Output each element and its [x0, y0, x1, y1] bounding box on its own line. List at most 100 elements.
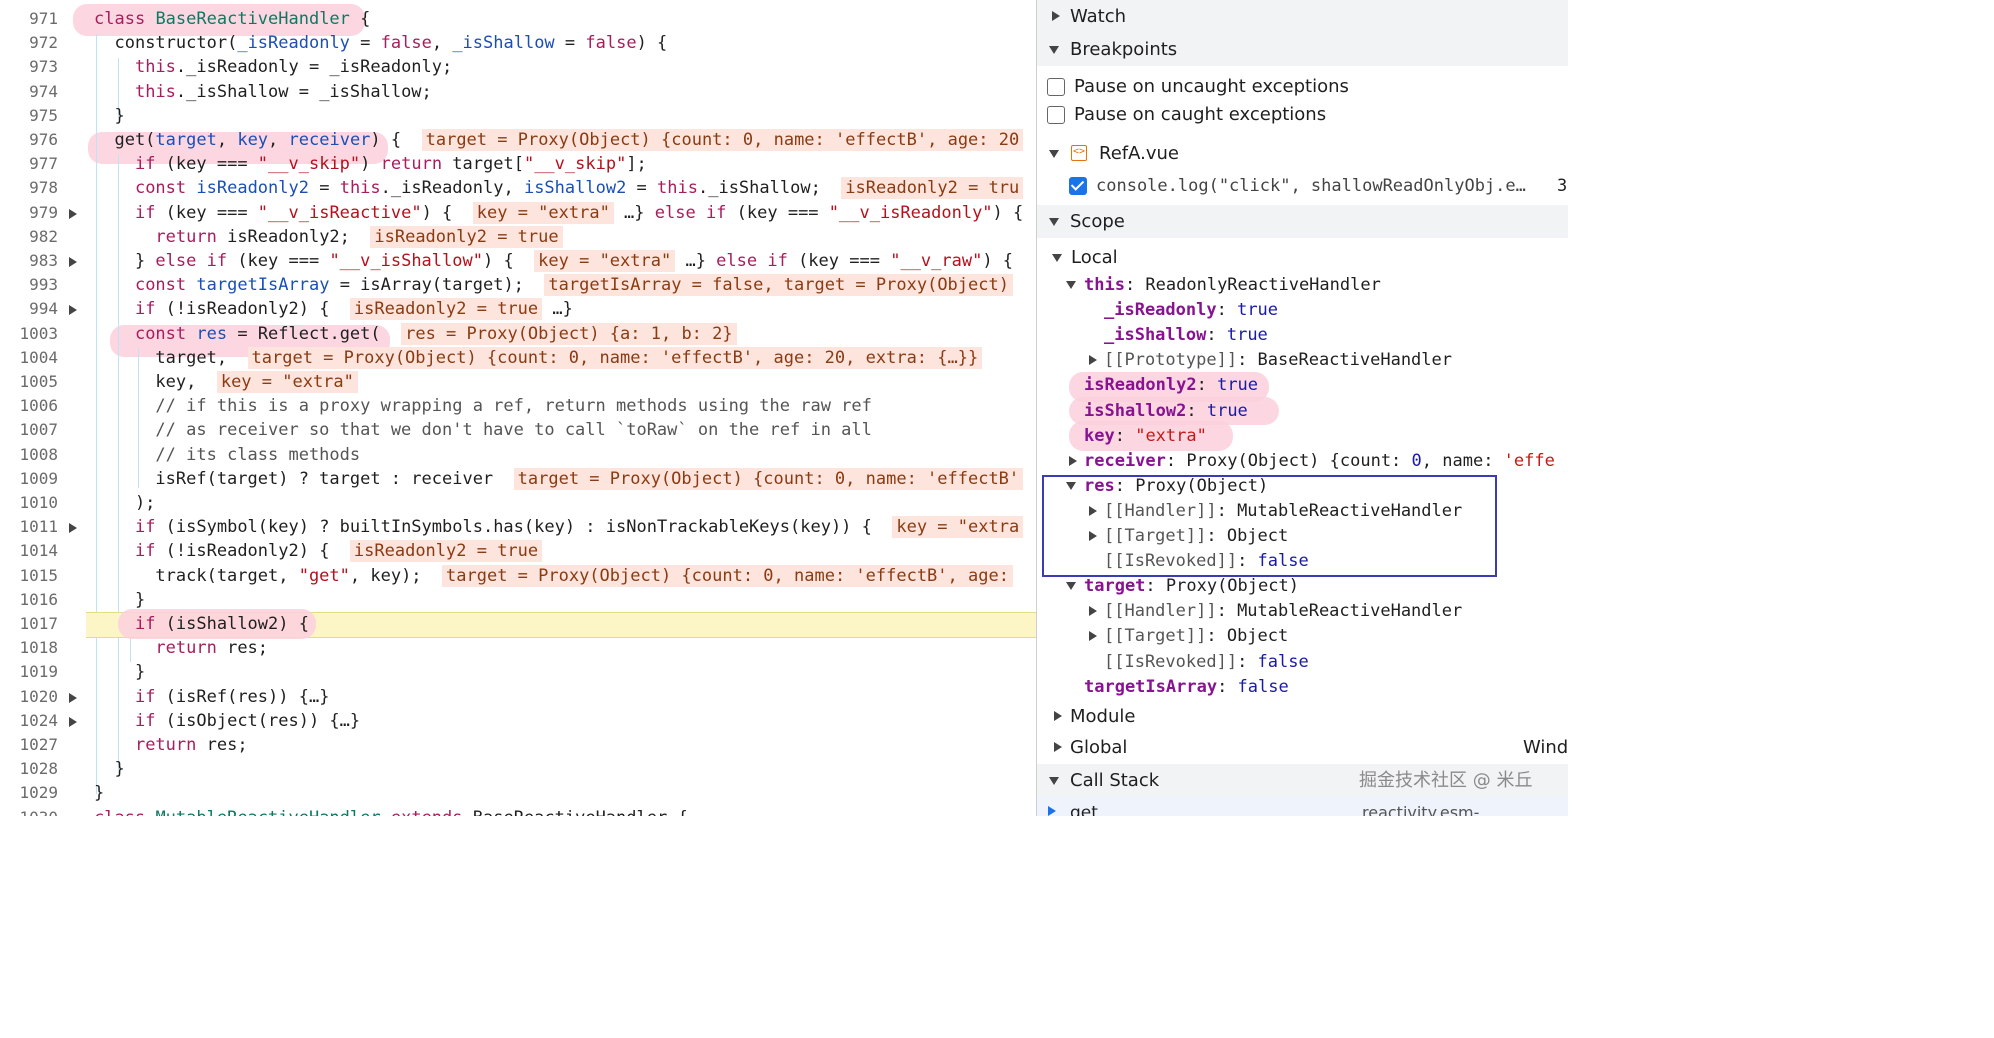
fold-arrow-icon[interactable]: [69, 716, 77, 727]
line-number[interactable]: 1029: [0, 781, 58, 805]
line-number[interactable]: 1028: [0, 757, 58, 781]
scope-variable[interactable]: _isShallow: true: [1104, 323, 1268, 347]
scope-module[interactable]: Module: [1037, 700, 1568, 733]
code-line[interactable]: 977 if (key === "__v_skip") return targe…: [0, 152, 1036, 176]
scope-variable[interactable]: this: ReadonlyReactiveHandler: [1084, 273, 1381, 297]
line-number[interactable]: 974: [0, 80, 58, 104]
scope-variable[interactable]: key: "extra": [1084, 424, 1207, 448]
scope-variable[interactable]: [[Target]]: Object: [1104, 624, 1288, 648]
line-number[interactable]: 983: [0, 249, 58, 273]
code-line[interactable]: 973 this._isReadonly = _isReadonly;: [0, 55, 1036, 79]
code-line[interactable]: 1009 isRef(target) ? target : receiver t…: [0, 467, 1036, 491]
scope-variable[interactable]: target: Proxy(Object): [1084, 574, 1299, 598]
line-number[interactable]: 975: [0, 104, 58, 128]
line-number[interactable]: 1006: [0, 394, 58, 418]
code-line[interactable]: 976 get(target, key, receiver) { target …: [0, 128, 1036, 152]
code-line[interactable]: 983 } else if (key === "__v_isShallow") …: [0, 249, 1036, 273]
scope-global[interactable]: Global Wind: [1037, 731, 1568, 764]
code-line[interactable]: 1011 if (isSymbol(key) ? builtInSymbols.…: [0, 515, 1036, 539]
section-breakpoints[interactable]: Breakpoints: [1037, 33, 1568, 66]
line-number[interactable]: 1010: [0, 491, 58, 515]
pause-uncaught-checkbox[interactable]: [1047, 78, 1065, 96]
line-number[interactable]: 1014: [0, 539, 58, 563]
code-line[interactable]: 1028 }: [0, 757, 1036, 781]
code-line[interactable]: 994 if (!isReadonly2) { isReadonly2 = tr…: [0, 297, 1036, 321]
expand-arrow-icon[interactable]: [1089, 631, 1097, 642]
breakpoint-file-row[interactable]: <> RefA.vue: [1037, 137, 1568, 170]
line-number[interactable]: 1011: [0, 515, 58, 539]
line-number[interactable]: 982: [0, 225, 58, 249]
code-line[interactable]: 982 return isReadonly2; isReadonly2 = tr…: [0, 225, 1036, 249]
line-number[interactable]: 1004: [0, 346, 58, 370]
section-call-stack[interactable]: Call Stack 掘金技术社区 @ 米丘: [1037, 764, 1568, 797]
call-stack-frame[interactable]: get reactivity.esm-bundler.js:1017: [1037, 797, 1568, 816]
line-number[interactable]: 1009: [0, 467, 58, 491]
line-number[interactable]: 1007: [0, 418, 58, 442]
fold-arrow-icon[interactable]: [69, 305, 77, 316]
code-line[interactable]: 1004 target, target = Proxy(Object) {cou…: [0, 346, 1036, 370]
code-line[interactable]: 1024 if (isObject(res)) {…}: [0, 709, 1036, 733]
line-number[interactable]: 1017: [0, 612, 58, 636]
scope-variable[interactable]: targetIsArray: false: [1084, 675, 1289, 699]
line-number[interactable]: 1019: [0, 660, 58, 684]
code-line[interactable]: 1008 // its class methods: [0, 443, 1036, 467]
line-number[interactable]: 993: [0, 273, 58, 297]
code-line[interactable]: 1006 // if this is a proxy wrapping a re…: [0, 394, 1036, 418]
scope-variable[interactable]: _isReadonly: true: [1104, 298, 1278, 322]
fold-arrow-icon[interactable]: [69, 692, 77, 703]
line-number[interactable]: 978: [0, 176, 58, 200]
scope-variable[interactable]: [[IsRevoked]]: false: [1104, 650, 1309, 674]
fold-arrow-icon[interactable]: [69, 257, 77, 267]
scope-local[interactable]: Local: [1037, 241, 1568, 274]
code-line[interactable]: 979 if (key === "__v_isReactive") { key …: [0, 201, 1036, 225]
line-number[interactable]: 994: [0, 297, 58, 321]
code-line[interactable]: 978 const isReadonly2 = this._isReadonly…: [0, 176, 1036, 200]
line-number[interactable]: 1030: [0, 806, 58, 816]
expand-arrow-icon[interactable]: [1089, 355, 1097, 366]
section-watch[interactable]: Watch: [1037, 0, 1568, 33]
line-number[interactable]: 1008: [0, 443, 58, 467]
line-number[interactable]: 973: [0, 55, 58, 79]
collapse-arrow-icon[interactable]: [1066, 281, 1076, 289]
code-line[interactable]: 993 const targetIsArray = isArray(target…: [0, 273, 1036, 297]
breakpoint-checkbox[interactable]: [1069, 177, 1087, 195]
line-number[interactable]: 1016: [0, 588, 58, 612]
pause-caught-checkbox[interactable]: [1047, 106, 1065, 124]
code-line[interactable]: 971 class BaseReactiveHandler {: [0, 7, 1036, 31]
breakpoint-entry[interactable]: console.log("click", shallowReadOnlyObj.…: [1037, 172, 1568, 200]
code-line[interactable]: 1030 class MutableReactiveHandler extends…: [0, 806, 1036, 816]
code-line[interactable]: 1003 const res = Reflect.get( res = Prox…: [0, 322, 1036, 346]
pause-uncaught-row[interactable]: Pause on uncaught exceptions: [1037, 73, 1568, 101]
code-line[interactable]: 1014 if (!isReadonly2) { isReadonly2 = t…: [0, 539, 1036, 563]
code-line[interactable]: 1029}: [0, 781, 1036, 805]
code-line[interactable]: 1007 // as receiver so that we don't hav…: [0, 418, 1036, 442]
fold-arrow-icon[interactable]: [69, 208, 77, 219]
expand-arrow-icon[interactable]: [1089, 606, 1097, 617]
line-number[interactable]: 977: [0, 152, 58, 176]
code-line[interactable]: 1005 key, key = "extra": [0, 370, 1036, 394]
code-editor[interactable]: 971 class BaseReactiveHandler {972 constr…: [0, 0, 1036, 816]
code-line[interactable]: 1015 track(target, "get", key); target =…: [0, 564, 1036, 588]
code-line[interactable]: 1017 if (isShallow2) {: [0, 609, 1036, 639]
scope-variable[interactable]: [[Prototype]]: BaseReactiveHandler: [1104, 348, 1452, 372]
code-line[interactable]: 1018 return res;: [0, 636, 1036, 660]
line-number[interactable]: 1018: [0, 636, 58, 660]
code-line[interactable]: 1020 if (isRef(res)) {…}: [0, 685, 1036, 709]
line-number[interactable]: 1027: [0, 733, 58, 757]
scope-variable[interactable]: isReadonly2: true: [1084, 373, 1258, 397]
section-scope[interactable]: Scope: [1037, 205, 1568, 238]
code-line[interactable]: 1027 return res;: [0, 733, 1036, 757]
line-number[interactable]: 1003: [0, 322, 58, 346]
scope-variable[interactable]: [[Handler]]: MutableReactiveHandler: [1104, 599, 1462, 623]
line-number[interactable]: 979: [0, 201, 58, 225]
pause-caught-row[interactable]: Pause on caught exceptions: [1037, 101, 1568, 129]
fold-arrow-icon[interactable]: [69, 523, 77, 534]
line-number[interactable]: 971: [0, 7, 58, 31]
line-number[interactable]: 972: [0, 31, 58, 55]
scope-variable[interactable]: isShallow2: true: [1084, 399, 1248, 423]
collapse-arrow-icon[interactable]: [1066, 582, 1076, 591]
line-number[interactable]: 1015: [0, 564, 58, 588]
line-number[interactable]: 1024: [0, 709, 58, 733]
expand-arrow-icon[interactable]: [1069, 455, 1077, 466]
scope-variable[interactable]: receiver: Proxy(Object) {count: 0, name:…: [1084, 449, 1555, 473]
